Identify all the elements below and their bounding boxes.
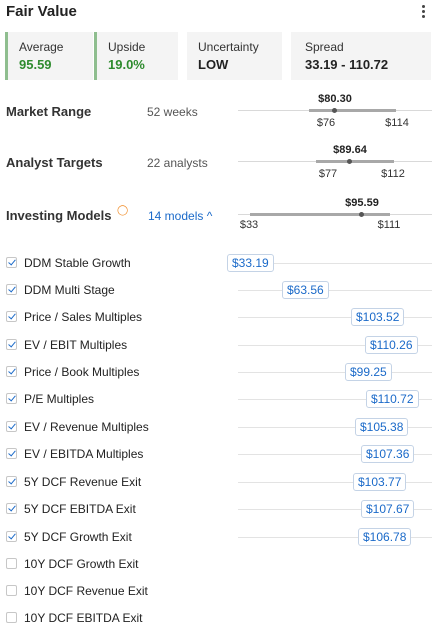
- metric-label: Spread: [305, 40, 344, 54]
- model-value-badge[interactable]: $107.36: [361, 445, 415, 463]
- page-title: Fair Value: [6, 3, 77, 20]
- analyst-targets-marker: [347, 159, 352, 164]
- model-name: DDM Multi Stage: [24, 283, 115, 297]
- analyst-targets-current: $89.64: [333, 144, 367, 156]
- metric-value: LOW: [198, 57, 229, 72]
- model-row: Price / Book Multiples $99.25: [0, 359, 436, 386]
- market-range-row: Market Range 52 weeks $80.30 $76 $114: [0, 92, 436, 132]
- model-value-badge[interactable]: $107.67: [361, 500, 415, 518]
- market-range-high: $114: [385, 117, 409, 129]
- model-name: P/E Multiples: [24, 392, 95, 406]
- model-name: 10Y DCF EBITDA Exit: [24, 611, 143, 625]
- investing-models-high: $111: [377, 219, 401, 231]
- metric-uncertainty: Uncertainty LOW: [184, 32, 282, 80]
- model-row: 10Y DCF Revenue Exit: [0, 578, 436, 605]
- market-range-band: [309, 109, 396, 112]
- market-range-label: Market Range: [6, 104, 92, 119]
- metric-average: Average 95.59: [5, 32, 93, 80]
- model-name: Price / Book Multiples: [24, 365, 140, 379]
- model-name: EV / EBIT Multiples: [24, 338, 128, 352]
- kebab-vertical-icon[interactable]: [418, 3, 428, 21]
- model-checkbox[interactable]: [6, 476, 17, 487]
- model-value-badge[interactable]: $99.25: [345, 363, 392, 381]
- market-range-period: 52 weeks: [147, 105, 198, 119]
- fair-value-header: Fair Value: [0, 0, 436, 26]
- model-value-badge[interactable]: $63.56: [282, 281, 329, 299]
- model-checkbox[interactable]: [6, 503, 17, 514]
- model-checkbox[interactable]: [6, 366, 17, 377]
- model-value-badge[interactable]: $110.26: [365, 336, 418, 354]
- model-value-badge[interactable]: $110.72: [366, 390, 419, 408]
- model-name: 10Y DCF Revenue Exit: [24, 584, 148, 598]
- metric-value: 33.19 - 110.72: [305, 57, 389, 72]
- model-value-badge[interactable]: $103.77: [353, 473, 407, 491]
- investing-models-marker: [359, 212, 364, 217]
- model-value-badge[interactable]: $105.38: [355, 418, 409, 436]
- model-row: P/E Multiples $110.72: [0, 386, 436, 413]
- model-checkbox[interactable]: [6, 257, 17, 268]
- model-name: EV / Revenue Multiples: [24, 420, 149, 434]
- model-name: 5Y DCF EBITDA Exit: [24, 502, 136, 516]
- model-checkbox[interactable]: [6, 558, 17, 569]
- analyst-targets-low: $77: [318, 168, 338, 180]
- analyst-targets-label: Analyst Targets: [6, 155, 103, 170]
- metrics-bar: Average 95.59 Upside 19.0% Uncertainty L…: [5, 32, 431, 80]
- market-range-low: $76: [316, 117, 336, 129]
- metric-spread: Spread 33.19 - 110.72: [288, 32, 431, 80]
- model-name: EV / EBITDA Multiples: [24, 447, 144, 461]
- market-range-current: $80.30: [318, 93, 352, 105]
- model-row: 10Y DCF Growth Exit: [0, 551, 436, 578]
- model-checkbox[interactable]: [6, 612, 17, 623]
- metric-value: 19.0%: [108, 57, 145, 72]
- metric-label: Average: [19, 40, 64, 54]
- model-checkbox[interactable]: [6, 393, 17, 404]
- model-row: 5Y DCF Growth Exit $106.78: [0, 524, 436, 551]
- metric-upside: Upside 19.0%: [94, 32, 178, 80]
- model-row: EV / Revenue Multiples $105.38: [0, 414, 436, 441]
- model-checkbox[interactable]: [6, 421, 17, 432]
- investing-models-band: [250, 213, 390, 216]
- model-name: 5Y DCF Growth Exit: [24, 530, 132, 544]
- analyst-targets-row: Analyst Targets 22 analysts $89.64 $77 $…: [0, 143, 436, 183]
- model-row: 5Y DCF Revenue Exit $103.77: [0, 469, 436, 496]
- model-value-badge[interactable]: $33.19: [227, 254, 274, 272]
- investing-models-label: Investing Models: [6, 208, 112, 223]
- model-name: Price / Sales Multiples: [24, 310, 143, 324]
- investing-models-low: $33: [239, 219, 259, 231]
- investing-models-current: $95.59: [345, 197, 379, 209]
- model-checkbox[interactable]: [6, 448, 17, 459]
- analyst-targets-band: [316, 160, 394, 163]
- model-checkbox[interactable]: [6, 311, 17, 322]
- model-row: EV / EBIT Multiples $110.26: [0, 332, 436, 359]
- market-range-marker: [332, 108, 337, 113]
- models-toggle-link[interactable]: 14 models ^: [148, 209, 212, 223]
- model-name: 10Y DCF Growth Exit: [24, 557, 139, 571]
- metric-label: Uncertainty: [198, 40, 259, 54]
- model-checkbox[interactable]: [6, 339, 17, 350]
- model-checkbox[interactable]: [6, 585, 17, 596]
- model-row: DDM Stable Growth $33.19: [0, 250, 436, 277]
- model-value-badge[interactable]: $103.52: [351, 308, 405, 326]
- model-checkbox[interactable]: [6, 531, 17, 542]
- model-name: 5Y DCF Revenue Exit: [24, 475, 142, 489]
- model-row: 10Y DCF EBITDA Exit: [0, 605, 436, 632]
- analyst-targets-high: $112: [381, 168, 405, 180]
- model-row: 5Y DCF EBITDA Exit $107.67: [0, 496, 436, 523]
- model-row: DDM Multi Stage $63.56: [0, 277, 436, 304]
- info-icon[interactable]: ◯: [117, 205, 128, 216]
- investing-models-row: Investing Models ◯ 14 models ^ $95.59 $3…: [0, 195, 436, 235]
- analyst-targets-count: 22 analysts: [147, 156, 208, 170]
- model-row: EV / EBITDA Multiples $107.36: [0, 441, 436, 468]
- model-row: Price / Sales Multiples $103.52: [0, 304, 436, 331]
- model-checkbox[interactable]: [6, 284, 17, 295]
- model-track: [238, 290, 432, 291]
- metric-value: 95.59: [19, 57, 52, 72]
- metric-label: Upside: [108, 40, 146, 54]
- model-value-badge[interactable]: $106.78: [358, 528, 412, 546]
- model-name: DDM Stable Growth: [24, 256, 131, 270]
- model-track: [238, 372, 432, 373]
